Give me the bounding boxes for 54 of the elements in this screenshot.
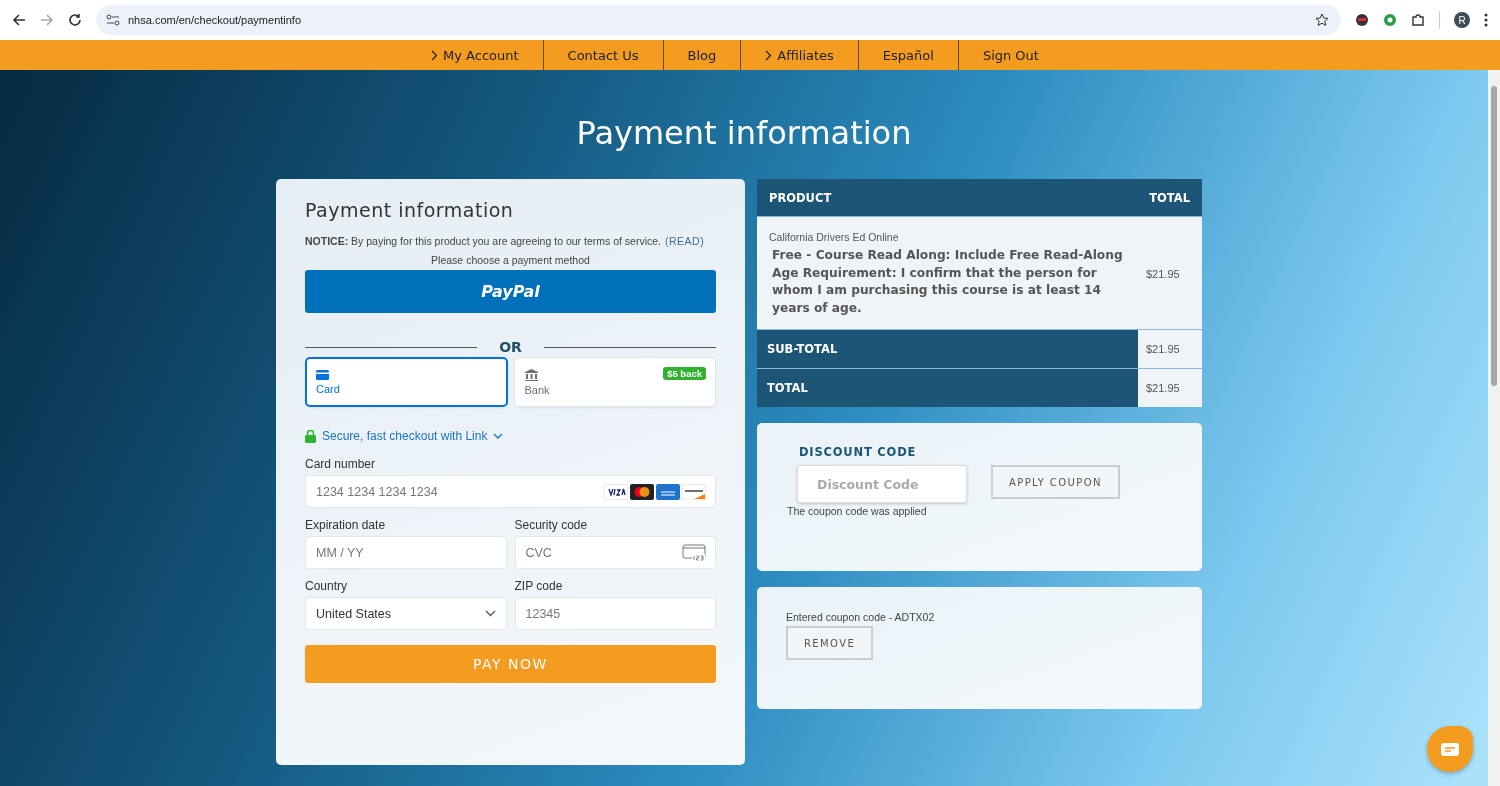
remove-button[interactable]: REMOVE [786,626,874,660]
input-field[interactable]: CVC [514,536,716,569]
site-settings-icon[interactable] [106,14,120,26]
field-label: Card number [305,457,377,471]
chevron-right-icon [765,49,773,61]
country-select[interactable]: United States [305,597,507,630]
discount-heading: DISCOUNT CODE [799,445,918,459]
chevron-down-icon [493,433,504,439]
more-icon[interactable] [1484,13,1488,27]
cvc-card-icon [682,543,706,562]
chevron-right-icon [431,49,439,61]
nav-link[interactable]: My Account [407,40,543,70]
field-label: Expiration date [305,518,387,532]
bank-icon [524,368,538,381]
column-header: TOTAL [1148,190,1190,205]
form-title: Payment information [305,199,515,221]
payment-method-tab[interactable]: Bank $5 back [513,357,716,407]
url-text: nhsa.com/en/checkout/paymentinfo [128,14,302,26]
star-icon[interactable] [1315,13,1329,27]
scrollbar[interactable] [1488,70,1500,786]
instruction-text: Please choose a payment method [430,254,591,266]
discount-code-field[interactable]: Discount Code [797,465,967,503]
page-title: Payment information [575,113,913,154]
credit-card-icon [316,369,329,380]
payment-method-tab[interactable]: Card [305,357,508,407]
field-label: Security code [514,518,589,532]
paypal-button[interactable]: PayPal [305,270,716,313]
notice-text: NOTICE: By paying for this product you are agreeing to our terms of service. [305,235,661,247]
total-label: SUB-TOTAL [757,330,1138,368]
profile-avatar[interactable]: R [1454,12,1470,28]
read-link[interactable]: (READ) [665,235,705,247]
chat-icon [1441,742,1459,756]
chevron-down-icon [484,610,496,617]
field-label: ZIP code [514,579,564,593]
input-field[interactable]: MM / YY [305,536,507,569]
lock-icon [305,429,316,443]
total-label: TOTAL [757,369,1138,407]
address-bar[interactable]: nhsa.com/en/checkout/paymentinfo [96,5,1341,35]
reload-icon[interactable] [68,13,82,27]
apply-coupon-button[interactable]: APPLY COUPON [991,465,1120,499]
cashback-badge: $5 back [663,367,706,380]
product-category: California Drivers Ed Online [769,231,900,243]
status-message: The coupon code was applied [787,505,928,517]
back-icon[interactable] [12,13,26,27]
product-details: Free - Course Read Along: Include Free Read-Along Age Requirement: I confirm that the person for whom I am purchasing this course is at least 14 years of age. [771,247,1124,317]
coupon-text: Entered coupon code - ADTX02 [786,611,936,623]
price-text: $21.95 [1145,343,1181,355]
link-checkout-link[interactable]: Secure, fast checkout with Link [305,429,716,443]
column-header: PRODUCT [769,190,833,205]
field-label: Country [305,579,349,593]
price-text: $21.95 [1145,382,1181,394]
input-field[interactable]: 12345 [514,597,716,630]
divider-text: OR [499,339,522,355]
price-text: $21.95 [1145,268,1181,280]
